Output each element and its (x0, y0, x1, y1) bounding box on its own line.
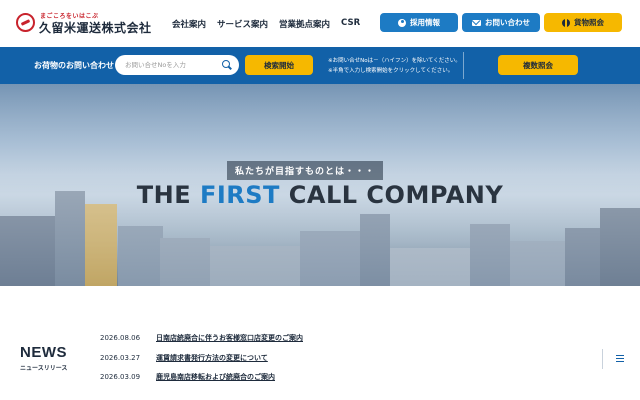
hero-title: THE FIRST CALL COMPANY (0, 181, 640, 209)
hero-title-pre: THE (136, 181, 200, 209)
menu-icon (616, 355, 624, 362)
news-title-link[interactable]: 運賃請求書発行方法の変更について (156, 353, 268, 363)
logo-mark-icon (16, 13, 35, 32)
news-subheading: ニュースリリース (20, 365, 68, 372)
news-heading: NEWS (20, 344, 67, 361)
news-title-link[interactable]: 日南店統廃合に伴うお客様窓口店変更のご案内 (156, 333, 303, 343)
search-box (115, 55, 239, 75)
nav-item-csr[interactable]: CSR (341, 18, 360, 30)
tracking-button[interactable]: 貨物照会 (544, 13, 622, 32)
inquiry-divider (463, 52, 464, 79)
search-start-button[interactable]: 検索開始 (245, 55, 313, 75)
news-date: 2026.08.06 (100, 334, 141, 342)
hero-title-accent: FIRST (199, 181, 280, 209)
logo-name: 久留米運送株式会社 (39, 21, 152, 35)
news-item[interactable]: 2026.03.27 運賃請求書発行方法の変更について (100, 352, 268, 364)
news-date: 2026.03.09 (100, 373, 141, 381)
inquiry-note-2: ※半角で入力し検索開始をクリックしてください。 (328, 68, 454, 74)
nav-item-services[interactable]: サービス案内 (217, 18, 268, 30)
nav-item-company[interactable]: 会社案内 (172, 18, 206, 30)
hero-title-post: CALL COMPANY (279, 181, 504, 209)
search-icon[interactable] (222, 60, 230, 68)
multi-tracking-button[interactable]: 複数照会 (498, 55, 578, 75)
nav-item-branches[interactable]: 営業拠点案内 (279, 18, 330, 30)
recruit-button-label: 採用情報 (410, 18, 440, 27)
news-item[interactable]: 2026.08.06 日南店統廃合に伴うお客様窓口店変更のご案内 (100, 332, 303, 344)
news-list-button[interactable] (602, 349, 624, 369)
inquiry-bar: お荷物のお問い合わせ 検索開始 ※お問い合せNoは－（ハイフン）を除いてください… (0, 47, 640, 84)
news-item[interactable]: 2026.03.09 鹿児島南店移転および統廃合のご案内 (100, 371, 275, 383)
hero-subtitle: 私たちが目指すものとは・・・ (227, 161, 384, 180)
inquiry-notes: ※お問い合せNoは－（ハイフン）を除いてください。 ※半角で入力し検索開始をクリ… (328, 56, 461, 76)
mail-icon (472, 19, 481, 26)
hero-banner: 私たちが目指すものとは・・・ THE FIRST CALL COMPANY (0, 84, 640, 286)
news-date: 2026.03.27 (100, 354, 141, 362)
main-nav: 会社案内 サービス案内 営業拠点案内 CSR (172, 18, 360, 30)
contact-button[interactable]: お問い合わせ (462, 13, 540, 32)
tracking-button-label: 貨物照会 (574, 18, 604, 27)
recruit-button[interactable]: 採用情報 (380, 13, 458, 32)
site-header: まごころをいはこぶ 久留米運送株式会社 会社案内 サービス案内 営業拠点案内 C… (0, 0, 640, 47)
globe-icon (562, 18, 570, 27)
inquiry-title: お荷物のお問い合わせ (34, 61, 114, 70)
contact-button-label: お問い合わせ (485, 18, 530, 27)
news-title-link[interactable]: 鹿児島南店移転および統廃合のご案内 (156, 372, 275, 382)
news-section: NEWS ニュースリリース 2026.08.06 日南店統廃合に伴うお客様窓口店… (0, 286, 640, 400)
inquiry-note-1: ※お問い合せNoは－（ハイフン）を除いてください。 (328, 58, 461, 64)
person-icon (398, 18, 406, 27)
tracking-number-input[interactable] (125, 59, 217, 71)
company-logo[interactable]: まごころをいはこぶ 久留米運送株式会社 (16, 9, 156, 39)
